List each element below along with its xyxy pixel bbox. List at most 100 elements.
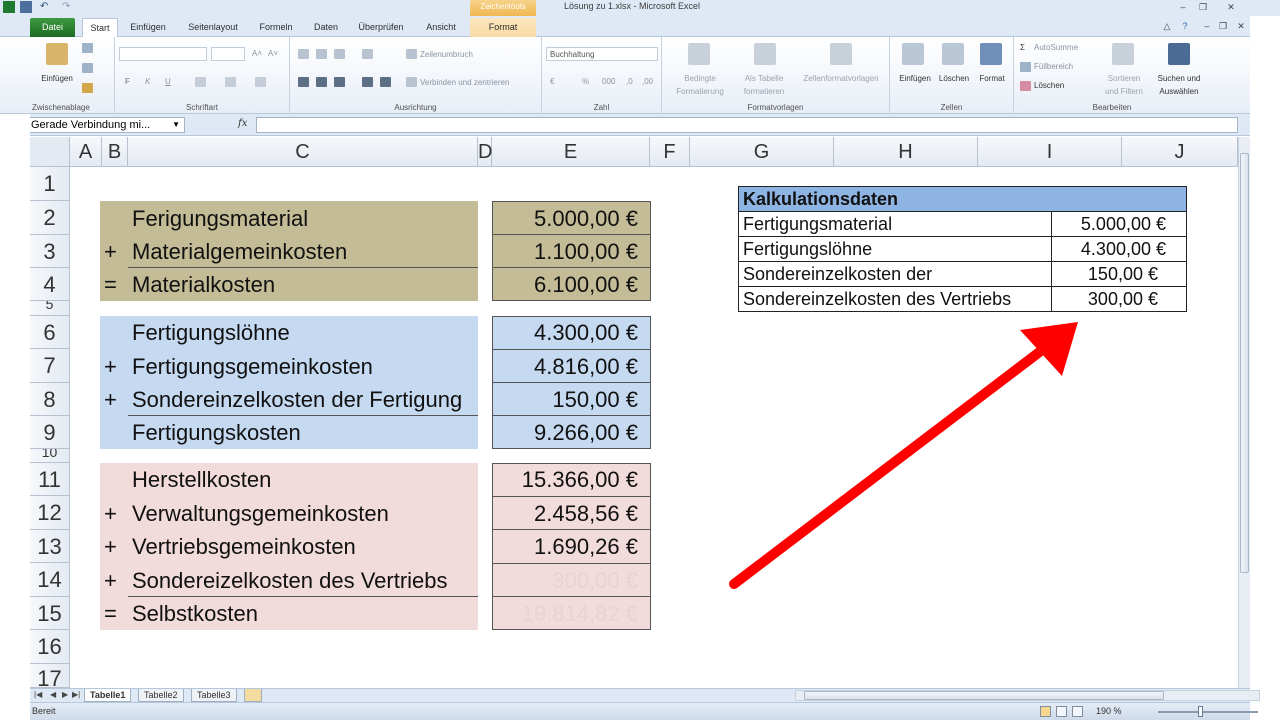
format-cells-icon[interactable]: [980, 43, 1002, 65]
find-select-button-1[interactable]: Suchen und: [1150, 74, 1208, 84]
increase-indent-icon[interactable]: [380, 77, 391, 87]
format-painter-icon[interactable]: [82, 83, 93, 93]
italic-button[interactable]: K: [145, 77, 150, 87]
row-header-8[interactable]: 8: [30, 383, 70, 416]
cut-icon[interactable]: [82, 43, 93, 53]
formula-input[interactable]: [256, 117, 1238, 133]
close-icon[interactable]: ✕: [1224, 1, 1238, 13]
kal-row[interactable]: Sondereinzelkosten der 150,00 €: [738, 262, 1187, 287]
row-14-label[interactable]: Sondereizelkosten des Vertriebs: [132, 564, 448, 597]
column-header-i[interactable]: I: [978, 137, 1122, 167]
fill-color-icon[interactable]: [225, 77, 236, 87]
tab-view[interactable]: Ansicht: [418, 18, 464, 37]
workbook-restore-icon[interactable]: ❐: [1216, 20, 1230, 32]
page-layout-view-icon[interactable]: [1056, 706, 1067, 717]
row-header-13[interactable]: 13: [30, 530, 70, 563]
row-12-value[interactable]: 2.458,56 €: [534, 497, 638, 530]
first-sheet-icon[interactable]: |◀: [34, 690, 42, 699]
row-12-label[interactable]: Verwaltungsgemeinkosten: [132, 497, 389, 530]
row-13-value[interactable]: 1.690,26 €: [534, 530, 638, 563]
row-header-5[interactable]: 5: [30, 301, 70, 316]
row-4-value[interactable]: 6.100,00 €: [534, 268, 638, 301]
find-select-button-2[interactable]: Auswählen: [1150, 87, 1208, 97]
red-arrow-shape[interactable]: [720, 300, 1100, 600]
decrease-decimal-icon[interactable]: ,00: [642, 77, 653, 87]
paste-icon[interactable]: [46, 43, 68, 65]
sheet-tab-tabelle3[interactable]: Tabelle3: [191, 689, 237, 702]
merge-icon[interactable]: [406, 77, 417, 87]
row-14-value[interactable]: 300,00 €: [552, 564, 638, 597]
font-name-combo[interactable]: [119, 47, 207, 61]
cell-styles-button[interactable]: Zellenformatvorlagen: [796, 74, 886, 84]
help-icon[interactable]: ?: [1178, 20, 1192, 32]
row-9-value[interactable]: 9.266,00 €: [534, 416, 638, 449]
row-header-9[interactable]: 9: [30, 416, 70, 449]
column-header-g[interactable]: G: [690, 137, 834, 167]
paste-button[interactable]: Einfügen: [36, 74, 78, 84]
font-color-icon[interactable]: [255, 77, 266, 87]
align-bottom-icon[interactable]: [334, 49, 345, 59]
percent-icon[interactable]: %: [582, 77, 589, 87]
format-as-table-button-1[interactable]: Als Tabelle: [734, 74, 794, 84]
orientation-icon[interactable]: [362, 49, 373, 59]
align-right-icon[interactable]: [334, 77, 345, 87]
thousands-icon[interactable]: 000: [602, 77, 615, 87]
row-header-10[interactable]: 10: [30, 449, 70, 463]
zoom-slider-knob[interactable]: [1198, 706, 1203, 717]
row-15-label[interactable]: Selbstkosten: [132, 597, 258, 630]
tab-review[interactable]: Überprüfen: [352, 18, 410, 37]
delete-cells-icon[interactable]: [942, 43, 964, 65]
sort-filter-button-1[interactable]: Sortieren: [1094, 74, 1154, 84]
autosum-button[interactable]: AutoSumme: [1034, 43, 1078, 53]
format-as-table-button-2[interactable]: formatieren: [734, 87, 794, 97]
row-header-6[interactable]: 6: [30, 316, 70, 349]
currency-icon[interactable]: €: [550, 77, 554, 87]
horizontal-scroll-thumb[interactable]: [804, 691, 1164, 700]
column-header-j[interactable]: J: [1122, 137, 1238, 167]
fill-icon[interactable]: [1020, 62, 1031, 72]
clear-button[interactable]: Löschen: [1034, 81, 1064, 91]
conditional-format-button-1[interactable]: Bedingte: [668, 74, 732, 84]
column-header-b[interactable]: B: [102, 137, 128, 167]
row-4-label[interactable]: Materialkosten: [132, 268, 275, 301]
tab-format[interactable]: Format: [470, 18, 536, 37]
sheet-tab-tabelle2[interactable]: Tabelle2: [138, 689, 184, 702]
column-header-f[interactable]: F: [650, 137, 690, 167]
kal-row[interactable]: Fertigungsmaterial 5.000,00 €: [738, 212, 1187, 237]
increase-decimal-icon[interactable]: ,0: [626, 77, 633, 87]
row-6-label[interactable]: Fertigungslöhne: [132, 316, 290, 349]
tab-start[interactable]: Start: [82, 18, 118, 38]
grow-font-icon[interactable]: A˄: [252, 49, 262, 59]
row-8-label[interactable]: Sondereinzelkosten der Fertigung: [132, 383, 462, 416]
insert-cells-icon[interactable]: [902, 43, 924, 65]
minimize-icon[interactable]: –: [1176, 1, 1190, 13]
border-icon[interactable]: [195, 77, 206, 87]
name-box-dropdown-icon[interactable]: ▼: [172, 118, 180, 132]
sort-filter-icon[interactable]: [1112, 43, 1134, 65]
wrap-text-button[interactable]: Zeilenumbruch: [420, 50, 473, 60]
format-as-table-icon[interactable]: [754, 43, 776, 65]
row-header-4[interactable]: 4: [30, 268, 70, 301]
insert-cells-button[interactable]: Einfügen: [894, 74, 936, 84]
wrap-text-icon[interactable]: [406, 49, 417, 59]
minimize-ribbon-icon[interactable]: △: [1160, 20, 1174, 32]
tab-file[interactable]: Datei: [30, 18, 75, 37]
horizontal-scrollbar[interactable]: [795, 690, 1260, 701]
conditional-format-button-2[interactable]: Formatierung: [668, 87, 732, 97]
fx-icon[interactable]: fx: [238, 118, 247, 129]
column-header-e[interactable]: E: [492, 137, 650, 167]
last-sheet-icon[interactable]: ▶|: [72, 690, 80, 699]
zoom-level[interactable]: 190 %: [1096, 706, 1122, 716]
row-8-value[interactable]: 150,00 €: [552, 383, 638, 416]
shrink-font-icon[interactable]: A˅: [268, 49, 278, 59]
align-center-icon[interactable]: [316, 77, 327, 87]
undo-icon[interactable]: ↶: [40, 1, 52, 13]
delete-cells-button[interactable]: Löschen: [934, 74, 974, 84]
row-3-value[interactable]: 1.100,00 €: [534, 235, 638, 268]
bold-button[interactable]: F: [125, 77, 130, 87]
row-13-label[interactable]: Vertriebsgemeinkosten: [132, 530, 356, 563]
vertical-scrollbar[interactable]: [1238, 137, 1250, 688]
insert-sheet-icon[interactable]: [244, 689, 262, 702]
kal-row[interactable]: Fertigungslöhne 4.300,00 €: [738, 237, 1187, 262]
row-7-label[interactable]: Fertigungsgemeinkosten: [132, 350, 373, 383]
